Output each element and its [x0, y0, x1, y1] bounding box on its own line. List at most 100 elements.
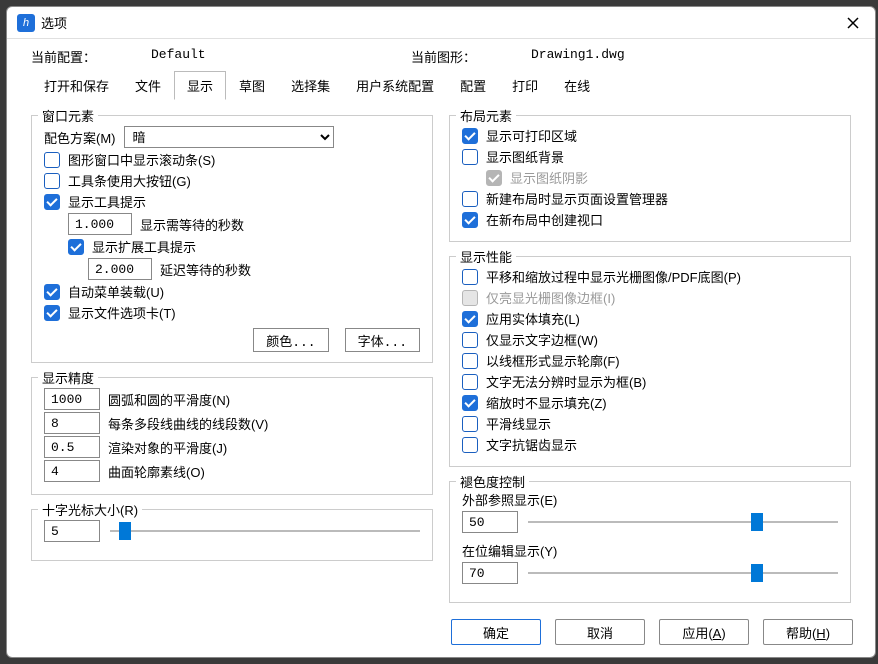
group-title: 窗口元素: [38, 106, 98, 125]
textbox-label: 文字无法分辨时显示为框(B): [486, 372, 646, 391]
tab-文件[interactable]: 文件: [122, 71, 174, 100]
bigbuttons-checkbox[interactable]: [44, 173, 60, 189]
apply-button[interactable]: 应用(A): [659, 619, 749, 645]
raster-label: 平移和缩放过程中显示光栅图像/PDF底图(P): [486, 267, 741, 286]
titlebar: h 选项: [7, 7, 875, 39]
group-title: 褪色度控制: [456, 472, 529, 491]
tab-打印[interactable]: 打印: [499, 71, 551, 100]
newvp-checkbox[interactable]: [462, 212, 478, 228]
window-title: 选项: [41, 13, 841, 32]
footer: 确定 取消 应用(A) 帮助(H): [7, 611, 875, 657]
bigbuttons-label: 工具条使用大按钮(G): [68, 171, 191, 190]
config-row: 当前配置： Default 当前图形： Drawing1.dwg: [7, 39, 875, 70]
colors-button[interactable]: 颜色...: [253, 328, 328, 352]
left-column: 窗口元素 配色方案(M) 暗 图形窗口中显示滚动条(S) 工具条使用大按钮(G)…: [31, 107, 433, 607]
nofillzoom-checkbox[interactable]: [462, 395, 478, 411]
printarea-label: 显示可打印区域: [486, 126, 577, 145]
paperbg-label: 显示图纸背景: [486, 147, 564, 166]
options-dialog: h 选项 当前配置： Default 当前图形： Drawing1.dwg 打开…: [6, 6, 876, 658]
tab-content: 窗口元素 配色方案(M) 暗 图形窗口中显示滚动条(S) 工具条使用大按钮(G)…: [7, 99, 875, 611]
textframe-label: 仅显示文字边框(W): [486, 330, 598, 349]
tooltip-seconds-input[interactable]: [68, 213, 132, 235]
ok-button[interactable]: 确定: [451, 619, 541, 645]
textbox-checkbox[interactable]: [462, 374, 478, 390]
surface-lines-input[interactable]: [44, 460, 100, 482]
help-button[interactable]: 帮助(H): [763, 619, 853, 645]
group-performance: 显示性能 平移和缩放过程中显示光栅图像/PDF底图(P) 仅亮显光栅图像边框(I…: [449, 256, 851, 467]
segments-input[interactable]: [44, 412, 100, 434]
group-title: 显示性能: [456, 247, 516, 266]
printarea-checkbox[interactable]: [462, 128, 478, 144]
paperbg-checkbox[interactable]: [462, 149, 478, 165]
group-title: 显示精度: [38, 368, 98, 387]
close-icon: [847, 17, 859, 29]
filetabs-checkbox[interactable]: [44, 305, 60, 321]
xref-fade-slider[interactable]: [528, 513, 838, 531]
current-config-value: Default: [151, 47, 411, 66]
tab-显示[interactable]: 显示: [174, 71, 226, 100]
raster-checkbox[interactable]: [462, 269, 478, 285]
highlight-checkbox: [462, 290, 478, 306]
tab-打开和保存[interactable]: 打开和保存: [31, 71, 122, 100]
current-drawing-value: Drawing1.dwg: [531, 47, 791, 66]
tooltip-seconds-label: 显示需等待的秒数: [140, 215, 244, 234]
tabs: 打开和保存文件显示草图选择集用户系统配置配置打印在线: [7, 70, 875, 99]
render-smooth-label: 渲染对象的平滑度(J): [108, 438, 227, 457]
outline-checkbox[interactable]: [462, 353, 478, 369]
highlight-label: 仅亮显光栅图像边框(I): [486, 288, 615, 307]
group-layout: 布局元素 显示可打印区域 显示图纸背景 显示图纸阴影 新建布局时显示页面设置管理…: [449, 115, 851, 242]
right-column: 布局元素 显示可打印区域 显示图纸背景 显示图纸阴影 新建布局时显示页面设置管理…: [449, 107, 851, 607]
tab-用户系统配置[interactable]: 用户系统配置: [343, 71, 447, 100]
textframe-checkbox[interactable]: [462, 332, 478, 348]
fonts-button[interactable]: 字体...: [345, 328, 420, 352]
edit-fade-input[interactable]: [462, 562, 518, 584]
tooltips-checkbox[interactable]: [44, 194, 60, 210]
scrollbars-checkbox[interactable]: [44, 152, 60, 168]
textaa-label: 文字抗锯齿显示: [486, 435, 577, 454]
outline-label: 以线框形式显示轮廓(F): [486, 351, 620, 370]
edit-fade-slider[interactable]: [528, 564, 838, 582]
tab-草图[interactable]: 草图: [226, 71, 278, 100]
delay-seconds-input[interactable]: [88, 258, 152, 280]
group-precision: 显示精度 圆弧和圆的平滑度(N) 每条多段线曲线的线段数(V) 渲染对象的平滑度…: [31, 377, 433, 495]
papershadow-label: 显示图纸阴影: [510, 168, 588, 187]
nofillzoom-label: 缩放时不显示填充(Z): [486, 393, 607, 412]
arc-smooth-input[interactable]: [44, 388, 100, 410]
surface-lines-label: 曲面轮廓素线(O): [108, 462, 205, 481]
current-config-label: 当前配置：: [31, 47, 151, 66]
tooltips-label: 显示工具提示: [68, 192, 146, 211]
app-icon: h: [17, 14, 35, 32]
ext-tooltips-checkbox[interactable]: [68, 239, 84, 255]
segments-label: 每条多段线曲线的线段数(V): [108, 414, 268, 433]
smoothline-label: 平滑线显示: [486, 414, 551, 433]
tab-选择集[interactable]: 选择集: [278, 71, 343, 100]
group-window-elements: 窗口元素 配色方案(M) 暗 图形窗口中显示滚动条(S) 工具条使用大按钮(G)…: [31, 115, 433, 363]
scrollbars-label: 图形窗口中显示滚动条(S): [68, 150, 215, 169]
newmgr-label: 新建布局时显示页面设置管理器: [486, 189, 668, 208]
crosshair-input[interactable]: [44, 520, 100, 542]
smoothline-checkbox[interactable]: [462, 416, 478, 432]
solidfill-label: 应用实体填充(L): [486, 309, 580, 328]
crosshair-slider[interactable]: [110, 522, 420, 540]
group-title: 布局元素: [456, 106, 516, 125]
group-title: 十字光标大小(R): [38, 500, 142, 519]
render-smooth-input[interactable]: [44, 436, 100, 458]
solidfill-checkbox[interactable]: [462, 311, 478, 327]
close-button[interactable]: [841, 11, 865, 35]
textaa-checkbox[interactable]: [462, 437, 478, 453]
tab-配置[interactable]: 配置: [447, 71, 499, 100]
tab-在线[interactable]: 在线: [551, 71, 603, 100]
newvp-label: 在新布局中创建视口: [486, 210, 603, 229]
delay-seconds-label: 延迟等待的秒数: [160, 260, 251, 279]
group-crosshair: 十字光标大小(R): [31, 509, 433, 561]
xref-fade-input[interactable]: [462, 511, 518, 533]
arc-smooth-label: 圆弧和圆的平滑度(N): [108, 390, 230, 409]
colorscheme-select[interactable]: 暗: [124, 126, 334, 148]
filetabs-label: 显示文件选项卡(T): [68, 303, 176, 322]
current-drawing-label: 当前图形：: [411, 47, 531, 66]
cancel-button[interactable]: 取消: [555, 619, 645, 645]
automenu-checkbox[interactable]: [44, 284, 60, 300]
newmgr-checkbox[interactable]: [462, 191, 478, 207]
colorscheme-label: 配色方案(M): [44, 128, 116, 147]
edit-fade-label: 在位编辑显示(Y): [462, 541, 838, 560]
